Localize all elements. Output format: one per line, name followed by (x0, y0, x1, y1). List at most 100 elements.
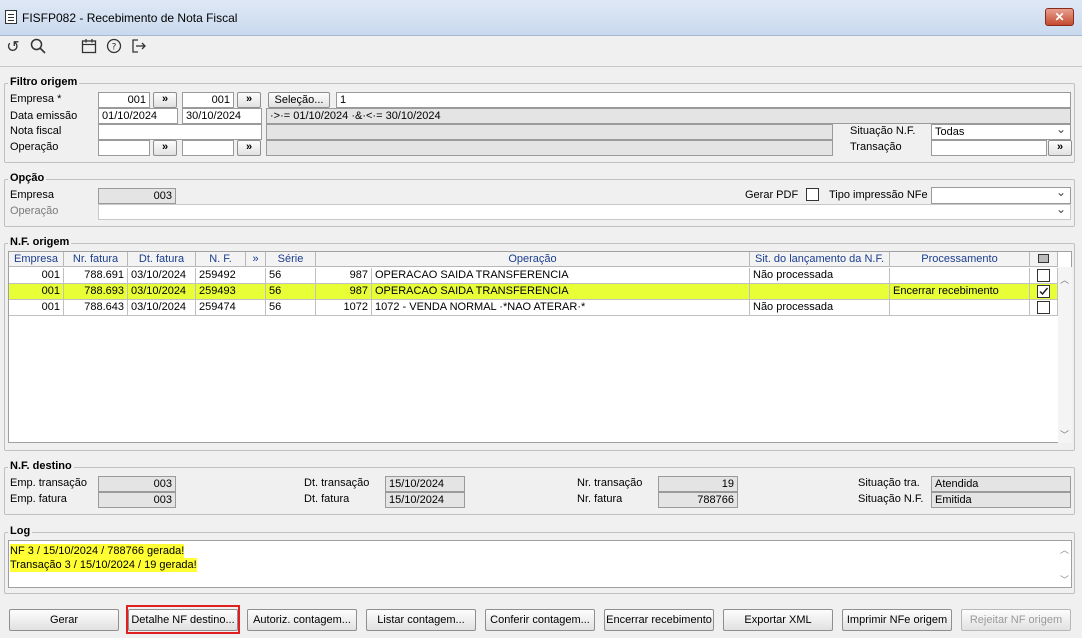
autoriz-contagem-button[interactable]: Autoriz. contagem... (247, 609, 357, 631)
gerar-pdf-label: Gerar PDF (745, 189, 799, 201)
operacao-expression-field (266, 140, 833, 156)
row-checkbox[interactable] (1037, 301, 1050, 314)
cell-serie: 56 (266, 300, 316, 316)
row-checkbox-checked[interactable] (1037, 285, 1050, 298)
operacao-to-lookup-button[interactable]: » (237, 140, 261, 156)
log-scroll-up-icon[interactable]: ︿ (1060, 543, 1069, 556)
situacao-nf-label: Situação N.F. (850, 125, 916, 137)
nr-fatura-label: Nr. fatura (577, 493, 623, 505)
transacao-label: Transação (850, 141, 902, 153)
encerrar-recebimento-button[interactable]: Encerrar recebimento (604, 609, 714, 631)
close-button[interactable]: ✕ (1045, 8, 1074, 26)
detalhe-nf-destino-button[interactable]: Detalhe NF destino... (128, 609, 238, 631)
nr-transacao-field: 19 (658, 476, 738, 492)
selecao-button[interactable]: Seleção... (268, 92, 330, 108)
opcao-operacao-select[interactable] (98, 204, 1071, 220)
data-to-input[interactable]: 30/10/2024 (182, 108, 262, 124)
transacao-lookup-button[interactable]: » (1048, 140, 1072, 156)
col-header-nr-fatura[interactable]: Nr. fatura (64, 252, 128, 267)
filtro-origem-title: Filtro origem (8, 76, 80, 88)
empresa-to-lookup-button[interactable]: » (237, 92, 261, 108)
cell-dt-fatura: 03/10/2024 (128, 268, 196, 284)
cell-empresa: 001 (9, 268, 64, 284)
col-header-expand[interactable]: » (246, 252, 266, 267)
opcao-title: Opção (8, 172, 47, 184)
selecao-value-field[interactable]: 1 (336, 92, 1071, 108)
operacao-from-input[interactable] (98, 140, 150, 156)
col-header-situacao[interactable]: Sit. do lançamento da N.F. (750, 252, 890, 267)
data-from-input[interactable]: 01/10/2024 (98, 108, 178, 124)
undo-icon[interactable]: ↺ (3, 38, 23, 58)
search-icon[interactable] (28, 38, 48, 58)
scroll-down-icon[interactable]: ﹀ (1060, 428, 1069, 441)
cell-situacao: Não processada (750, 300, 890, 316)
opcao-operacao-label: Operação (10, 205, 59, 217)
toolbar-divider (0, 66, 1082, 67)
log-title: Log (8, 525, 33, 537)
select-all-checkbox-icon (1038, 254, 1049, 263)
cell-serie: 56 (266, 268, 316, 284)
log-textarea[interactable]: NF 3 / 15/10/2024 / 788766 gerada! Trans… (8, 540, 1072, 588)
col-header-empresa[interactable]: Empresa (9, 252, 64, 267)
svg-text:?: ? (112, 43, 117, 53)
table-row[interactable]: 001 788.643 03/10/2024 259474 56 1072 10… (9, 300, 1058, 316)
transacao-input[interactable] (931, 140, 1047, 156)
col-header-operacao[interactable]: Operação (316, 252, 750, 267)
cell-nf: 259474 (196, 300, 266, 316)
log-line: NF 3 / 15/10/2024 / 788766 gerada! (10, 544, 185, 558)
emp-fatura-field: 003 (98, 492, 176, 508)
row-checkbox[interactable] (1037, 269, 1050, 282)
emp-fatura-label: Emp. fatura (10, 493, 67, 505)
rejeitar-nf-origem-button: Rejeitar NF origem (961, 609, 1071, 631)
cell-processamento (890, 300, 1030, 316)
empresa-to-input[interactable]: 001 (182, 92, 234, 108)
cell-operacao-desc: OPERACAO SAIDA TRANSFERENCIA (372, 284, 750, 300)
title-bar: FISFP082 - Recebimento de Nota Fiscal ✕ (0, 0, 1082, 36)
nf-destino-title: N.F. destino (8, 460, 74, 472)
situacao-tra-field: Atendida (931, 476, 1071, 492)
tipo-impressao-select[interactable] (931, 187, 1071, 204)
cell-nf: 259493 (196, 284, 266, 300)
col-header-nf[interactable]: N. F. (196, 252, 246, 267)
help-icon[interactable]: ? (104, 38, 124, 58)
cell-operacao-desc: OPERACAO SAIDA TRANSFERENCIA (372, 268, 750, 284)
situacao-tra-label: Situação tra. (858, 477, 920, 489)
cell-dt-fatura: 03/10/2024 (128, 284, 196, 300)
log-scroll-down-icon[interactable]: ﹀ (1060, 573, 1069, 586)
nr-fatura-field: 788766 (658, 492, 738, 508)
table-row[interactable]: 001 788.691 03/10/2024 259492 56 987 OPE… (9, 268, 1058, 284)
nr-transacao-label: Nr. transação (577, 477, 643, 489)
conferir-contagem-button[interactable]: Conferir contagem... (485, 609, 595, 631)
empresa-from-input[interactable]: 001 (98, 92, 150, 108)
col-header-processamento[interactable]: Processamento (890, 252, 1030, 267)
situacao-nf-select[interactable]: Todas (931, 124, 1071, 140)
data-expression-field: ·>·= 01/10/2024 ·&·<·= 30/10/2024 (266, 108, 1071, 124)
cell-select (1030, 300, 1058, 316)
table-row-selected[interactable]: 001 788.693 03/10/2024 259493 56 987 OPE… (9, 284, 1058, 300)
gerar-button[interactable]: Gerar (9, 609, 119, 631)
calendar-icon[interactable] (79, 38, 99, 58)
cell-operacao-code: 987 (316, 268, 372, 284)
scroll-up-icon[interactable]: ︿ (1060, 273, 1069, 286)
exportar-xml-button[interactable]: Exportar XML (723, 609, 833, 631)
nf-origem-title: N.F. origem (8, 236, 72, 248)
col-header-dt-fatura[interactable]: Dt. fatura (128, 252, 196, 267)
emp-transacao-label: Emp. transação (10, 477, 88, 489)
situacao-nf-value: Todas (935, 126, 965, 138)
listar-contagem-button[interactable]: Listar contagem... (366, 609, 476, 631)
empresa-from-lookup-button[interactable]: » (153, 92, 177, 108)
cell-operacao-code: 1072 (316, 300, 372, 316)
gerar-pdf-checkbox[interactable] (806, 188, 819, 201)
checkmark-icon (1039, 287, 1049, 296)
operacao-from-lookup-button[interactable]: » (153, 140, 177, 156)
cell-empresa: 001 (9, 300, 64, 316)
nota-fiscal-input[interactable] (98, 124, 262, 140)
imprimir-nfe-origem-button[interactable]: Imprimir NFe origem (842, 609, 952, 631)
col-header-select-all[interactable] (1030, 252, 1058, 267)
nota-fiscal-expression-field (266, 124, 833, 140)
operacao-to-input[interactable] (182, 140, 234, 156)
exit-icon[interactable] (129, 38, 149, 58)
grid-vertical-scrollbar[interactable]: ︿ ﹀ (1058, 267, 1072, 443)
cell-serie: 56 (266, 284, 316, 300)
col-header-serie[interactable]: Série (266, 252, 316, 267)
